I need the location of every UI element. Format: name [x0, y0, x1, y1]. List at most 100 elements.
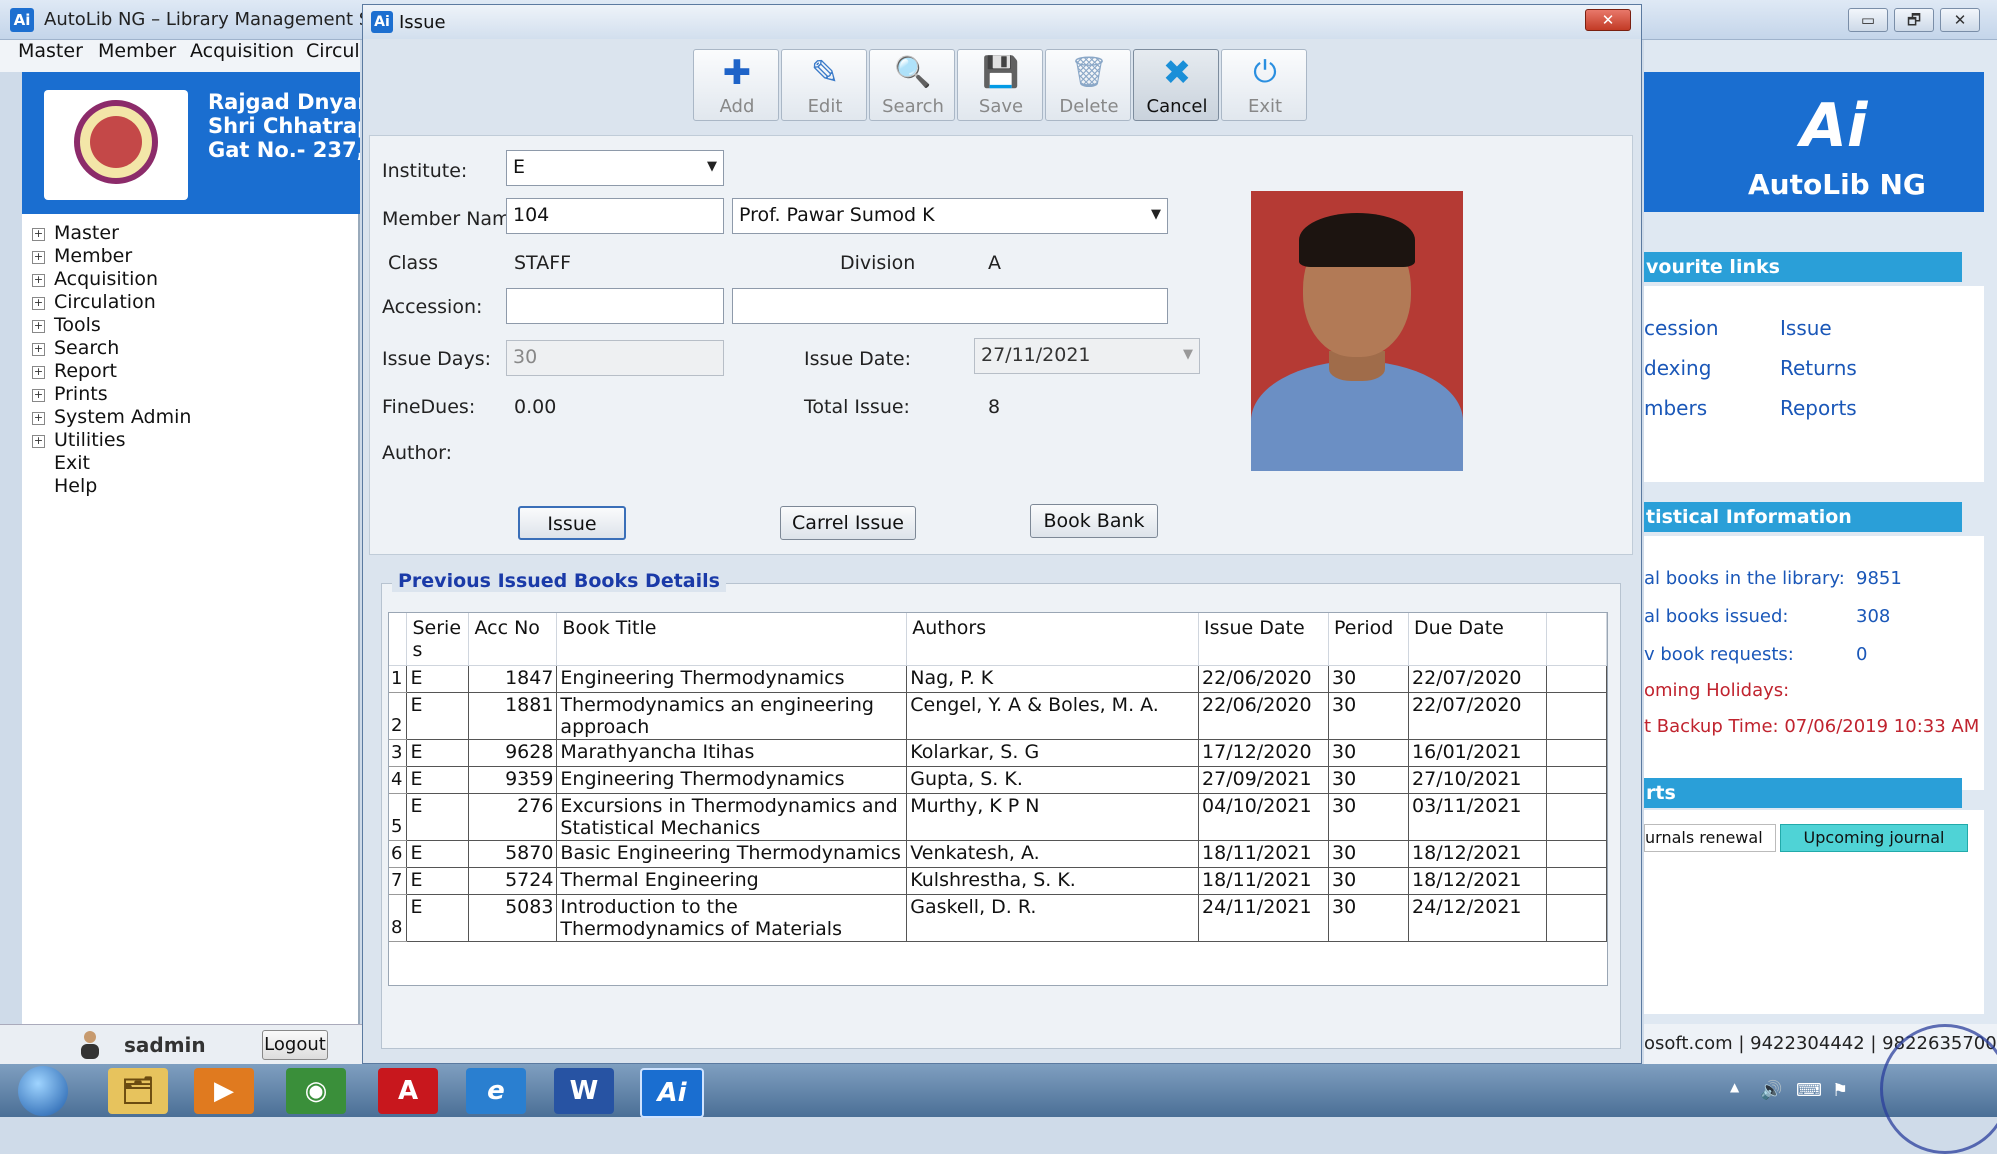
link-issue[interactable]: Issue: [1780, 316, 1832, 340]
accession-input[interactable]: [506, 288, 724, 324]
division-label: Division: [840, 252, 916, 274]
link-members[interactable]: mbers: [1644, 396, 1707, 420]
tree-item-member[interactable]: Member: [54, 245, 132, 267]
author-label: Author:: [382, 442, 453, 464]
expand-icon[interactable]: +: [32, 389, 45, 402]
col-authors[interactable]: Authors: [906, 613, 1200, 666]
issue-button[interactable]: Issue: [518, 506, 626, 540]
link-indexing[interactable]: dexing: [1644, 356, 1711, 380]
keyboard-icon[interactable]: ⌨: [1796, 1080, 1822, 1101]
tab-upcoming-journal[interactable]: Upcoming journal: [1780, 824, 1968, 852]
start-button[interactable]: [18, 1066, 68, 1116]
stat-book-requests-value: 0: [1856, 644, 1868, 665]
brand-banner: Ai AutoLib NG: [1644, 72, 1984, 212]
favourite-links-header: vourite links: [1644, 252, 1962, 282]
search-button[interactable]: 🔍 Search: [869, 49, 955, 121]
expand-icon[interactable]: +: [32, 366, 45, 379]
tree-item-system-admin[interactable]: System Admin: [54, 406, 191, 428]
expand-icon[interactable]: +: [32, 343, 45, 356]
tab-journals-renewal[interactable]: urnals renewal: [1644, 824, 1776, 852]
accession-label: Accession:: [382, 296, 483, 318]
member-name-select[interactable]: Prof. Pawar Sumod K ▼: [732, 198, 1168, 234]
tree-item-acquisition[interactable]: Acquisition: [54, 268, 158, 290]
table-row[interactable]: 6 E 5870 Basic Engineering Thermodynamic…: [389, 840, 1607, 868]
media-player-icon[interactable]: ▶: [194, 1068, 254, 1114]
stat-total-books-label: al books in the library:: [1644, 568, 1845, 589]
internet-explorer-icon[interactable]: e: [466, 1068, 526, 1114]
tree-item-prints[interactable]: Prints: [54, 383, 108, 405]
expand-icon[interactable]: +: [32, 320, 45, 333]
restore-button[interactable]: 🗗: [1894, 8, 1934, 32]
volume-icon[interactable]: 🔊: [1760, 1080, 1782, 1101]
add-button[interactable]: ✚ Add: [693, 49, 779, 121]
dialog-titlebar: Ai Issue ✕: [363, 5, 1641, 39]
expand-icon[interactable]: +: [32, 435, 45, 448]
edit-button[interactable]: ✎ Edit: [781, 49, 867, 121]
word-icon[interactable]: W: [554, 1068, 614, 1114]
tree-item-help[interactable]: Help: [54, 475, 97, 497]
expand-icon[interactable]: +: [32, 251, 45, 264]
save-button[interactable]: 💾 Save: [957, 49, 1043, 121]
cancel-button[interactable]: ✖ Cancel: [1133, 49, 1219, 121]
stat-backup-time: t Backup Time: 07/06/2019 10:33 AM: [1644, 716, 1980, 737]
college-name-line1: Rajgad Dnyar: [208, 90, 360, 114]
chevron-down-icon: ▼: [1183, 347, 1193, 362]
tree-item-tools[interactable]: Tools: [54, 314, 101, 336]
issue-date-picker[interactable]: 27/11/2021 ▼: [974, 338, 1200, 374]
minimize-button[interactable]: ▭: [1848, 8, 1888, 32]
issue-days-label: Issue Days:: [382, 348, 491, 370]
tree-item-master[interactable]: Master: [54, 222, 119, 244]
table-row[interactable]: 7 E 5724 Thermal Engineering Kulshrestha…: [389, 867, 1607, 895]
menu-circulation[interactable]: Circul: [306, 40, 360, 62]
statistical-info-header: tistical Information: [1644, 502, 1962, 532]
col-issue-date[interactable]: Issue Date: [1198, 613, 1330, 666]
table-row[interactable]: 4 E 9359 Engineering Thermodynamics Gupt…: [389, 766, 1607, 794]
logout-button[interactable]: Logout: [262, 1030, 328, 1060]
tree-item-utilities[interactable]: Utilities: [54, 429, 126, 451]
tree-item-search[interactable]: Search: [54, 337, 119, 359]
col-series[interactable]: Serie s: [406, 613, 470, 666]
acrobat-icon[interactable]: A: [378, 1068, 438, 1114]
delete-button[interactable]: 🗑 Delete: [1045, 49, 1131, 121]
college-banner: Rajgad Dnyar Shri Chhatrap Gat No.- 237,: [22, 72, 360, 214]
table-row[interactable]: 2 E 1881 Thermodynamics an engineering a…: [389, 692, 1607, 740]
issue-days-input[interactable]: 30: [506, 340, 724, 376]
table-row[interactable]: 3 E 9628 Marathyancha Itihas Kolarkar, S…: [389, 739, 1607, 767]
col-due-date[interactable]: Due Date: [1408, 613, 1547, 666]
menu-member[interactable]: Member: [98, 40, 176, 62]
expand-icon[interactable]: +: [32, 412, 45, 425]
member-id-input[interactable]: 104: [506, 198, 724, 234]
college-name-line3: Gat No.- 237,: [208, 138, 360, 162]
expand-icon[interactable]: +: [32, 274, 45, 287]
table-row[interactable]: 1 E 1847 Engineering Thermodynamics Nag,…: [389, 665, 1607, 693]
tree-item-report[interactable]: Report: [54, 360, 117, 382]
dialog-close-button[interactable]: ✕: [1585, 9, 1631, 31]
menu-master[interactable]: Master: [18, 40, 83, 62]
table-row[interactable]: 5 E 276 Excursions in Thermodynamics and…: [389, 793, 1607, 841]
action-center-icon[interactable]: ⚑: [1832, 1080, 1848, 1101]
link-accession[interactable]: cession: [1644, 316, 1719, 340]
col-book-title[interactable]: Book Title: [556, 613, 908, 666]
close-button[interactable]: ✕: [1940, 8, 1980, 32]
tree-item-circulation[interactable]: Circulation: [54, 291, 156, 313]
explorer-icon[interactable]: 🗂: [108, 1068, 168, 1114]
issue-dialog: Ai Issue ✕ ✚ Add ✎ Edit 🔍 Search 💾 Save …: [362, 4, 1642, 1064]
institute-select[interactable]: E ▼: [506, 150, 724, 186]
accession-title-input[interactable]: [732, 288, 1168, 324]
book-bank-button[interactable]: Book Bank: [1030, 504, 1158, 538]
col-acc-no[interactable]: Acc No: [468, 613, 558, 666]
show-hidden-icons[interactable]: ▲: [1730, 1080, 1739, 1094]
autolib-taskbar-icon[interactable]: Ai: [640, 1068, 704, 1118]
tree-item-exit[interactable]: Exit: [54, 452, 90, 474]
link-reports[interactable]: Reports: [1780, 396, 1857, 420]
carrel-issue-button[interactable]: Carrel Issue: [780, 506, 916, 540]
brand-name: AutoLib NG: [1748, 168, 1926, 201]
expand-icon[interactable]: +: [32, 297, 45, 310]
exit-button[interactable]: ⏻ Exit: [1221, 49, 1307, 121]
col-period[interactable]: Period: [1328, 613, 1410, 666]
expand-icon[interactable]: +: [32, 228, 45, 241]
link-returns[interactable]: Returns: [1780, 356, 1857, 380]
menu-acquisition[interactable]: Acquisition: [190, 40, 294, 62]
table-row[interactable]: 8 E 5083 Introduction to the Thermodynam…: [389, 894, 1607, 942]
chrome-icon[interactable]: ◉: [286, 1068, 346, 1114]
